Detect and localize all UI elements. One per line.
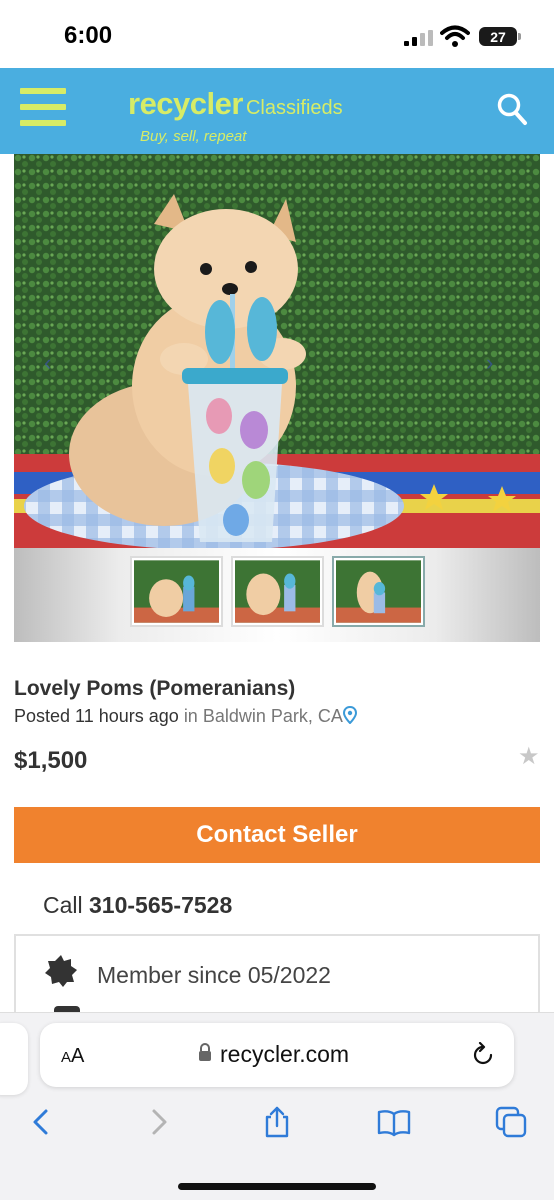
phone-number[interactable]: 310-565-7528 [89,892,232,918]
map-pin-icon[interactable] [342,706,357,724]
listing-location[interactable]: in Baldwin Park, CA [184,706,343,726]
battery-cap [518,33,521,40]
share-icon[interactable] [260,1105,294,1139]
photo-gallery: ‹ › [14,154,540,642]
thumbnail[interactable] [231,556,324,627]
hamburger-menu-icon[interactable] [20,88,66,128]
wifi-icon [440,25,470,47]
reader-aa-button[interactable]: AA [61,1045,84,1068]
logo-sub-text: Classifieds [245,97,343,119]
search-icon[interactable] [496,92,528,126]
tagline: Buy, sell, repeat [140,128,247,145]
member-since: Member since 05/2022 [97,962,331,988]
battery-level: 27 [490,28,506,45]
battery-icon: 27 [479,27,517,46]
cellular-signal-icon [404,30,433,46]
chevron-left-icon[interactable]: ‹ [44,350,51,376]
call-prefix: Call [43,892,83,918]
site-logo[interactable]: recycler Classifieds [128,86,343,122]
favorite-star-icon[interactable]: ★ [518,742,540,771]
reload-icon[interactable] [470,1042,496,1068]
tabs-icon[interactable] [494,1105,528,1139]
aa-small: A [61,1049,72,1066]
contact-seller-button[interactable]: Contact Seller [14,807,540,863]
thumbnail[interactable] [130,556,223,627]
forward-icon[interactable] [142,1105,176,1139]
site-header: recycler Classifieds Buy, sell, repeat [0,68,554,154]
status-time: 6:00 [64,22,113,49]
previous-tab-preview[interactable] [0,1023,28,1095]
posted-line: Posted 11 hours ago in Baldwin Park, CA [14,706,357,727]
status-bar: 6:00 27 [0,0,554,68]
chevron-right-icon[interactable]: › [486,350,493,376]
call-line[interactable]: Call 310-565-7528 [43,892,232,919]
browser-toolbar: AA recycler.com [0,1012,554,1200]
main-photo[interactable]: ‹ › [14,154,540,548]
thumbnail-active[interactable] [332,556,425,627]
lock-icon [199,1043,211,1061]
bookmarks-icon[interactable] [377,1105,411,1139]
member-badge-icon [45,955,77,987]
puppy-photo [14,154,540,548]
url-text[interactable]: recycler.com [220,1041,349,1068]
back-icon[interactable] [24,1105,58,1139]
thumbnail-strip [130,556,425,627]
logo-main-text: recycler [128,86,243,121]
posted-time: Posted 11 hours ago [14,706,179,726]
listing-price: $1,500 [14,747,88,774]
home-indicator [178,1183,376,1190]
aa-large: A [71,1045,85,1067]
listing-title: Lovely Poms (Pomeranians) [14,677,296,700]
address-bar[interactable]: AA recycler.com [40,1023,514,1087]
